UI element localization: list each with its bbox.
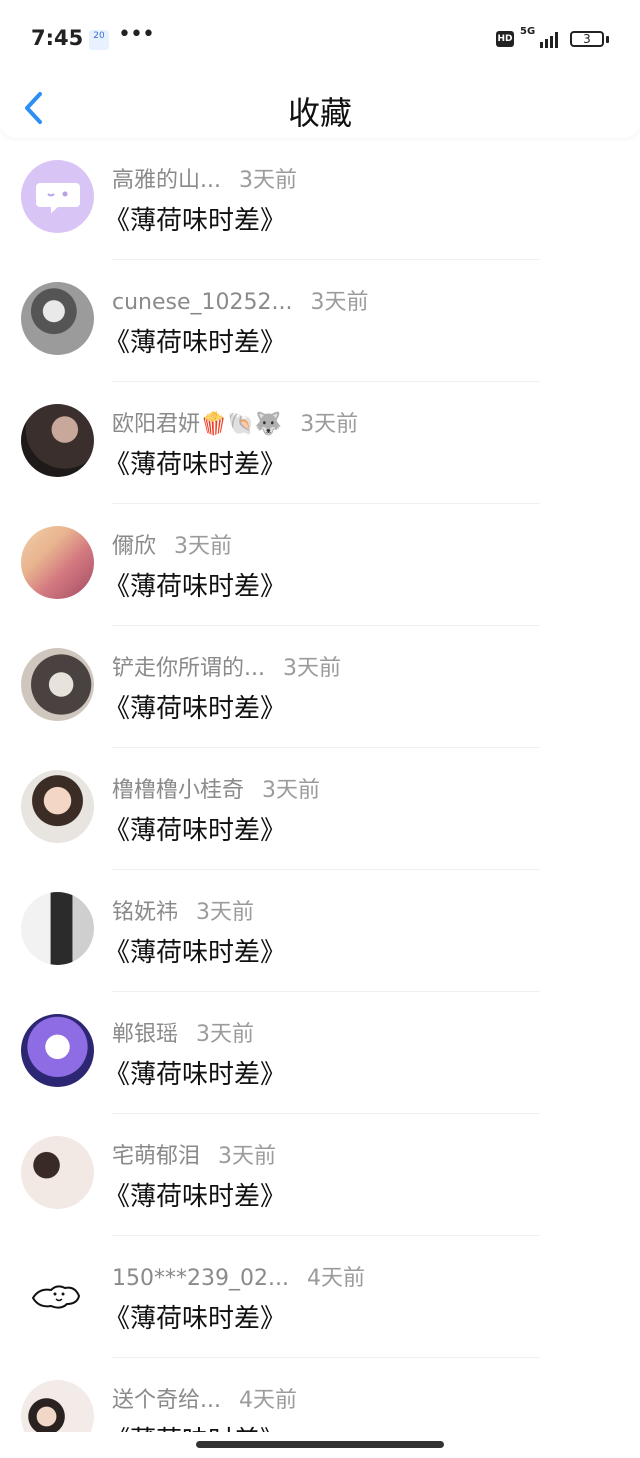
favorites-list[interactable]: 高雅的山... 3天前 《薄荷味时差》 cunese_10252... 3天前 《薄…	[0, 138, 640, 1432]
username[interactable]: 儞欣	[112, 528, 156, 560]
item-meta: cunese_10252... 3天前	[112, 284, 368, 316]
list-item[interactable]: 铭妩祎 3天前 《薄荷味时差》	[0, 870, 640, 992]
avatar[interactable]	[21, 404, 94, 477]
home-indicator[interactable]	[196, 1441, 444, 1448]
username[interactable]: 150***239_02...	[112, 1266, 289, 1291]
username[interactable]: cunese_10252...	[112, 290, 292, 315]
avatar[interactable]	[21, 282, 94, 355]
list-item[interactable]: cunese_10252... 3天前 《薄荷味时差》	[0, 260, 640, 382]
avatar[interactable]	[21, 770, 94, 843]
notification-badge: 20	[89, 30, 109, 50]
username[interactable]: 送个奇给...	[112, 1382, 221, 1414]
avatar[interactable]	[21, 526, 94, 599]
book-title[interactable]: 《薄荷味时差》	[104, 444, 286, 481]
item-meta: 铲走你所谓的... 3天前	[112, 650, 341, 682]
time-ago: 3天前	[238, 168, 297, 193]
book-title[interactable]: 《薄荷味时差》	[104, 322, 286, 359]
signal-icon	[540, 32, 558, 48]
item-meta: 郸银瑶 3天前	[112, 1016, 254, 1048]
book-title[interactable]: 《薄荷味时差》	[104, 200, 286, 237]
battery-level: 3	[583, 32, 591, 46]
time-ago: 3天前	[218, 1144, 277, 1169]
username[interactable]: 郸银瑶	[112, 1016, 178, 1048]
book-title[interactable]: 《薄荷味时差》	[104, 1054, 286, 1091]
avatar[interactable]	[21, 1380, 94, 1432]
book-title[interactable]: 《薄荷味时差》	[104, 810, 286, 847]
book-title[interactable]: 《薄荷味时差》	[104, 1298, 286, 1335]
status-bar: 7:45 20 ••• HD 5G 3	[0, 0, 640, 78]
time-ago: 3天前	[282, 656, 341, 681]
more-notifications-icon: •••	[118, 22, 155, 47]
avatar[interactable]	[21, 160, 94, 233]
item-meta: 宅萌郁泪 3天前	[112, 1138, 276, 1170]
item-meta: 欧阳君妍🍿🐚🐺 3天前	[112, 406, 358, 438]
list-item[interactable]: 150***239_02... 4天前 《薄荷味时差》	[0, 1236, 640, 1358]
username[interactable]: 橹橹橹小桂奇	[112, 772, 244, 804]
book-title[interactable]: 《薄荷味时差》	[104, 566, 286, 603]
book-title[interactable]: 《薄荷味时差》	[104, 932, 286, 969]
time-ago: 3天前	[196, 1022, 255, 1047]
list-item[interactable]: 宅萌郁泪 3天前 《薄荷味时差》	[0, 1114, 640, 1236]
avatar[interactable]	[21, 1258, 94, 1331]
list-item[interactable]: 高雅的山... 3天前 《薄荷味时差》	[0, 138, 640, 260]
time-ago: 3天前	[196, 900, 255, 925]
item-meta: 送个奇给... 4天前	[112, 1382, 297, 1414]
item-meta: 铭妩祎 3天前	[112, 894, 254, 926]
header: 收藏	[0, 78, 640, 138]
avatar[interactable]	[21, 648, 94, 721]
item-meta: 150***239_02... 4天前	[112, 1260, 365, 1292]
username[interactable]: 铲走你所谓的...	[112, 650, 265, 682]
list-item[interactable]: 铲走你所谓的... 3天前 《薄荷味时差》	[0, 626, 640, 748]
username[interactable]: 高雅的山...	[112, 162, 221, 194]
username[interactable]: 欧阳君妍🍿🐚🐺	[112, 406, 282, 438]
avatar[interactable]	[21, 1014, 94, 1087]
time-ago: 3天前	[262, 778, 321, 803]
item-meta: 橹橹橹小桂奇 3天前	[112, 772, 320, 804]
book-title[interactable]: 《薄荷味时差》	[104, 1176, 286, 1213]
time-ago: 3天前	[310, 290, 369, 315]
battery-icon: 3	[570, 31, 604, 47]
item-meta: 高雅的山... 3天前	[112, 162, 297, 194]
list-item[interactable]: 欧阳君妍🍿🐚🐺 3天前 《薄荷味时差》	[0, 382, 640, 504]
battery-cap	[606, 36, 609, 43]
time-ago: 4天前	[306, 1266, 365, 1291]
page-title: 收藏	[287, 94, 352, 132]
time-ago: 3天前	[300, 412, 359, 437]
username[interactable]: 铭妩祎	[112, 894, 178, 926]
time-ago: 3天前	[174, 534, 233, 559]
list-item[interactable]: 郸银瑶 3天前 《薄荷味时差》	[0, 992, 640, 1114]
list-item[interactable]: 送个奇给... 4天前 《薄荷味时差》	[0, 1358, 640, 1432]
time-ago: 4天前	[238, 1388, 297, 1413]
avatar[interactable]	[21, 1136, 94, 1209]
hd-icon: HD	[496, 31, 514, 47]
book-title[interactable]: 《薄荷味时差》	[104, 688, 286, 725]
book-title[interactable]: 《薄荷味时差》	[104, 1420, 286, 1432]
avatar[interactable]	[21, 892, 94, 965]
list-item[interactable]: 橹橹橹小桂奇 3天前 《薄荷味时差》	[0, 748, 640, 870]
chat-bubble-icon	[36, 183, 80, 213]
list-item[interactable]: 儞欣 3天前 《薄荷味时差》	[0, 504, 640, 626]
item-meta: 儞欣 3天前	[112, 528, 232, 560]
status-time: 7:45	[31, 26, 84, 50]
cartoon-dog-icon	[31, 1285, 81, 1309]
username[interactable]: 宅萌郁泪	[112, 1138, 200, 1170]
